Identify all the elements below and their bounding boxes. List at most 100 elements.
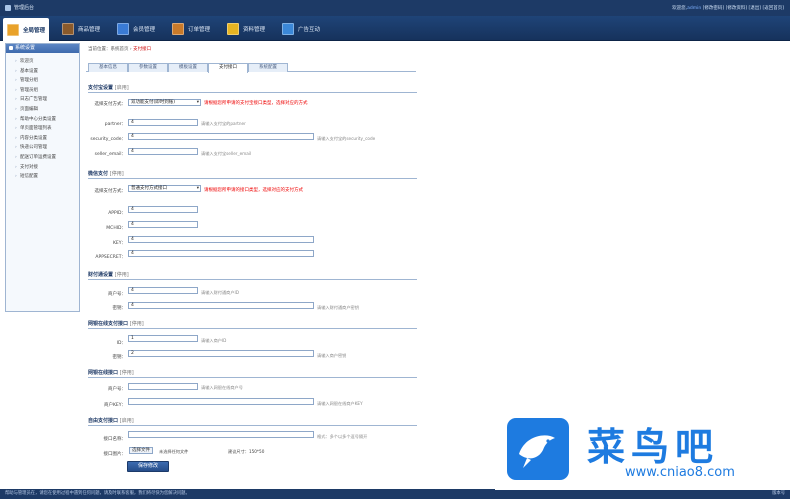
watermark-text: 菜鸟吧 <box>587 424 720 469</box>
chinabank-acct-label: 商户号： <box>108 387 126 392</box>
data-icon <box>227 22 239 35</box>
tab-basic[interactable]: 基本信息 <box>88 63 128 72</box>
wechat-mchid-label: MCHID： <box>106 226 126 231</box>
tenpay-acct-hint: 请输入财付通商户ID <box>201 290 239 295</box>
chevron-down-icon: ▾ <box>196 186 199 191</box>
wechat-secret-label: APPSECRET： <box>95 255 126 260</box>
watermark-url: www.cniao8.com <box>625 465 735 480</box>
tenpay-key-input[interactable]: 4 <box>128 302 314 309</box>
alipay-code-hint: 请输入支付宝的security_code <box>317 136 376 141</box>
section-tenpay: 财付通设置 [停用] <box>88 271 417 280</box>
nav-data[interactable]: 资料管理 <box>227 18 265 39</box>
wechat-secret-input[interactable]: 4 <box>128 250 314 257</box>
alipay-partner-hint: 请输入支付宝的partner <box>201 121 246 126</box>
user-name[interactable]: admin <box>687 6 701 11</box>
tenpay-acct-input[interactable]: 4 <box>128 287 198 294</box>
bird-logo-icon <box>507 418 569 480</box>
offline-name-hint: 格式：多个以多个逗号隔开 <box>317 434 368 439</box>
wallet-key-input[interactable]: 2 <box>128 350 314 357</box>
alipay-email-input[interactable]: 4 <box>128 148 198 155</box>
app-title: 管理后台 <box>5 4 34 11</box>
file-status: 未选择任何文件 <box>159 449 189 454</box>
ads-icon <box>282 22 294 35</box>
wechat-type-warning: 请根据您所申请的接口类型，选择对应的支付方式 <box>204 188 303 193</box>
offline-file-label: 接口图片： <box>103 452 127 457</box>
sidebar-item[interactable]: 页面编辑 <box>15 105 79 115</box>
wallet-id-input[interactable]: 1 <box>128 335 198 342</box>
alipay-code-input[interactable]: 4 <box>128 133 314 140</box>
offline-name-label: 接口名称： <box>103 437 127 442</box>
sidebar-item[interactable]: 快递公司管理 <box>15 143 79 153</box>
wechat-key-label: KEY： <box>112 241 126 246</box>
sidebar: 系统设置 欢迎页 基本设置 管理分组 管理员组 日志广告管理 页面编辑 帮助中心… <box>5 43 80 312</box>
tenpay-key-hint: 请输入财付通商户密钥 <box>317 305 359 310</box>
section-chinabank: 网银在线接口 [停用] <box>88 369 417 378</box>
nav-products[interactable]: 商品管理 <box>62 18 100 39</box>
watermark: 菜鸟吧 www.cniao8.com <box>495 410 790 490</box>
alipay-partner-label: partner： <box>104 122 126 127</box>
tab-params[interactable]: 参数设置 <box>128 63 168 72</box>
nav-global[interactable]: 全局管理 <box>3 18 50 41</box>
alipay-code-label: security_code： <box>90 137 126 142</box>
logo-icon <box>5 4 11 11</box>
wechat-type-label: 选择支付方式： <box>94 189 127 194</box>
tenpay-key-label: 密钥： <box>112 306 127 311</box>
main-nav: 全局管理 商品管理 会员管理 订单管理 资料管理 广告互动 <box>0 16 790 41</box>
tab-system[interactable]: 系统配置 <box>248 63 288 72</box>
sidebar-item[interactable]: 单页面管理列表 <box>15 124 79 134</box>
sidebar-item[interactable]: 管理员组 <box>15 86 79 96</box>
sidebar-item[interactable]: 支付对接 <box>15 163 79 173</box>
tab-template[interactable]: 模板设置 <box>168 63 208 72</box>
chinabank-key-hint: 请输入网银在线商户KEY <box>317 401 363 406</box>
nav-members[interactable]: 会员管理 <box>117 18 155 39</box>
nav-ads[interactable]: 广告互动 <box>282 18 320 39</box>
chinabank-key-input[interactable] <box>128 398 314 405</box>
orders-icon <box>172 22 184 35</box>
products-icon <box>62 22 74 35</box>
chinabank-acct-input[interactable] <box>128 383 198 390</box>
wechat-appid-input[interactable]: 4 <box>128 206 198 213</box>
chevron-down-icon: ▾ <box>196 100 199 105</box>
wechat-type-select[interactable]: 普通支付方式接口 ▾ <box>128 185 201 192</box>
nav-orders[interactable]: 订单管理 <box>172 18 210 39</box>
sidebar-item[interactable]: 配送订单运费设置 <box>15 153 79 163</box>
sidebar-header: 系统设置 <box>6 44 79 53</box>
tab-bar: 基本信息 参数设置 模板设置 支付接口 系统配置 <box>86 62 416 73</box>
save-button[interactable]: 保存修改 <box>127 461 169 472</box>
section-wechat: 微信支付 [停用] <box>88 170 417 179</box>
sidebar-item[interactable]: 管理分组 <box>15 76 79 86</box>
wallet-key-label: 密钥： <box>112 355 127 360</box>
wallet-key-hint: 请输入商户密钥 <box>317 353 347 358</box>
section-offline: 自由支付接口 [启用] <box>88 417 417 426</box>
footer: 帮助与管理员在，请您在使用过程中遇到任何问题，请及时联系客服，我们将尽快为您解决… <box>0 489 790 499</box>
sidebar-item[interactable]: 内容分类设置 <box>15 134 79 144</box>
wallet-id-label: ID： <box>116 341 126 346</box>
breadcrumb: 当前位置：系统首页 › 支付接口 <box>88 47 152 52</box>
alipay-type-select[interactable]: 双功能支付(即时到账) ▾ <box>128 99 201 106</box>
sidebar-item[interactable]: 日志广告管理 <box>15 95 79 105</box>
home-icon <box>7 23 19 36</box>
sidebar-item[interactable]: 帮助中心分类设置 <box>15 115 79 125</box>
sidebar-item[interactable]: 基本设置 <box>15 67 79 77</box>
sidebar-list: 欢迎页 基本设置 管理分组 管理员组 日志广告管理 页面编辑 帮助中心分类设置 … <box>6 53 79 182</box>
wechat-mchid-input[interactable]: 4 <box>128 221 198 228</box>
alipay-email-label: seller_email： <box>94 152 126 157</box>
alipay-type-warning: 请根据您所申请的支付宝接口类型，选择对应的方式 <box>204 101 308 106</box>
alipay-partner-input[interactable]: 4 <box>128 119 198 126</box>
wechat-key-input[interactable]: 4 <box>128 236 314 243</box>
top-bar: 管理后台 欢迎您,admin [修改密码] [修改资料] [退出] [返回首页] <box>0 0 790 16</box>
tab-payment[interactable]: 支付接口 <box>208 63 248 73</box>
sidebar-item[interactable]: 短信配置 <box>15 172 79 182</box>
section-wallet: 网银在线支付接口 [停用] <box>88 320 417 329</box>
choose-file-button[interactable]: 选择文件 <box>129 447 153 454</box>
tenpay-acct-label: 商户号： <box>108 292 126 297</box>
user-info: 欢迎您,admin [修改密码] [修改资料] [退出] [返回首页] <box>672 6 784 11</box>
user-links[interactable]: [修改密码] [修改资料] [退出] [返回首页] <box>703 6 784 11</box>
size-hint: 建议尺寸：150*50 <box>228 449 265 454</box>
sidebar-item[interactable]: 欢迎页 <box>15 57 79 67</box>
members-icon <box>117 22 129 35</box>
section-alipay: 支付宝设置 [启用] <box>88 84 417 93</box>
wallet-id-hint: 请输入商户ID <box>201 338 227 343</box>
wechat-appid-label: APPID： <box>108 211 126 216</box>
offline-name-input[interactable] <box>128 431 314 438</box>
